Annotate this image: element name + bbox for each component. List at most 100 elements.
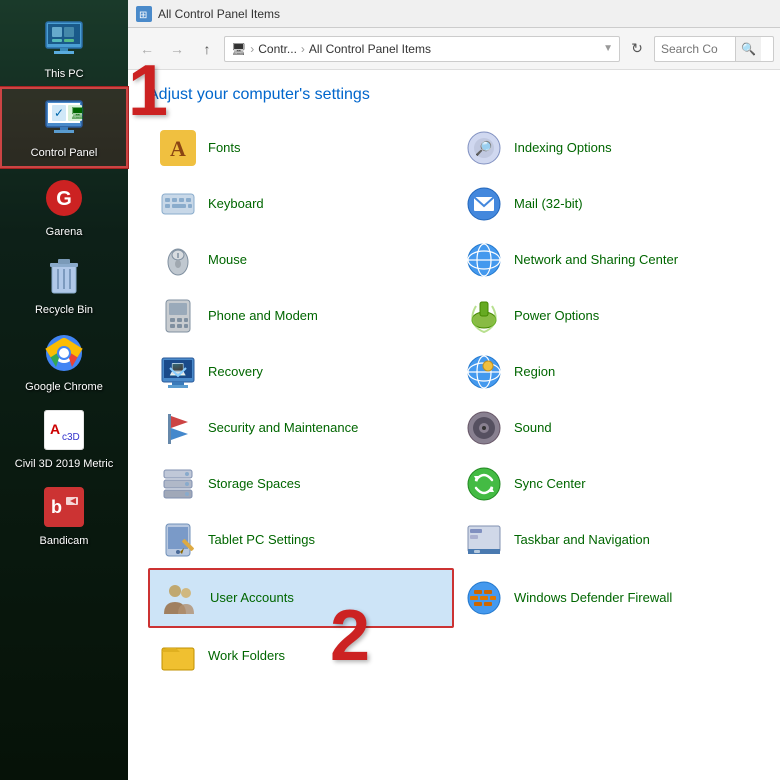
address-bar-sep2: › <box>301 42 305 56</box>
address-bar-chevron: ▼ <box>603 43 613 54</box>
cp-item-recovery[interactable]: 💻 Recovery <box>148 344 454 400</box>
cp-item-sync[interactable]: Sync Center <box>454 456 760 512</box>
search-box[interactable]: 🔍 <box>654 36 774 62</box>
tablet-icon <box>158 520 198 560</box>
sync-icon <box>464 464 504 504</box>
cp-item-fonts[interactable]: A Fonts <box>148 120 454 176</box>
mouse-icon <box>158 240 198 280</box>
nav-bar: ← → ↑ 🖥 › Contr... › All Control Panel I… <box>128 28 780 70</box>
address-bar-icon: 🖥 <box>231 42 246 56</box>
items-grid: A Fonts 🔎 Indexing Options <box>148 120 760 684</box>
desktop-icon-chrome[interactable]: Google Chrome <box>0 323 128 400</box>
network-icon <box>464 240 504 280</box>
tablet-label: Tablet PC Settings <box>208 532 315 549</box>
recycle-bin-icon <box>40 252 88 300</box>
fonts-icon: A <box>158 128 198 168</box>
indexing-label: Indexing Options <box>514 140 612 157</box>
cp-item-network[interactable]: Network and Sharing Center <box>454 232 760 288</box>
region-label: Region <box>514 364 555 381</box>
content-area: Adjust your computer's settings A Fonts <box>128 70 780 780</box>
indexing-icon: 🔎 <box>464 128 504 168</box>
desktop-icon-this-pc[interactable]: This PC <box>0 10 128 87</box>
title-bar-text: All Control Panel Items <box>158 7 280 21</box>
svg-text:✓: ✓ <box>54 106 64 120</box>
cp-item-keyboard[interactable]: Keyboard <box>148 176 454 232</box>
address-bar-part1: Contr... <box>258 42 297 56</box>
bandicam-label: Bandicam <box>40 535 89 548</box>
cp-item-work-folders[interactable]: Work Folders <box>148 628 454 684</box>
security-icon <box>158 408 198 448</box>
svg-text:b: b <box>51 497 62 517</box>
sync-label: Sync Center <box>514 476 586 493</box>
desktop-sidebar: This PC ✓ 🖥 Control Panel G <box>0 0 128 780</box>
garena-icon: G <box>40 174 88 222</box>
desktop-icon-bandicam[interactable]: b Bandicam <box>0 477 128 554</box>
page-heading: Adjust your computer's settings <box>148 86 760 104</box>
control-panel-icon: ✓ 🖥 <box>40 95 88 143</box>
phone-modem-icon <box>158 296 198 336</box>
defender-label: Windows Defender Firewall <box>514 590 672 607</box>
desktop-icon-civil3d[interactable]: A c3D Civil 3D 2019 Metric <box>0 400 128 477</box>
this-pc-label: This PC <box>44 68 83 81</box>
user-accounts-label: User Accounts <box>210 590 294 607</box>
cp-item-defender[interactable]: Windows Defender Firewall <box>454 568 760 628</box>
sound-icon <box>464 408 504 448</box>
recovery-label: Recovery <box>208 364 263 381</box>
defender-icon <box>464 578 504 618</box>
mail-label: Mail (32-bit) <box>514 196 583 213</box>
recycle-bin-label: Recycle Bin <box>35 304 93 317</box>
this-pc-icon <box>40 16 88 64</box>
cp-item-storage[interactable]: Storage Spaces <box>148 456 454 512</box>
sound-label: Sound <box>514 420 552 437</box>
search-input[interactable] <box>655 37 735 61</box>
garena-label: Garena <box>46 226 83 239</box>
cp-item-security[interactable]: Security and Maintenance <box>148 400 454 456</box>
storage-icon <box>158 464 198 504</box>
back-button[interactable]: ← <box>134 36 160 62</box>
cp-item-sound[interactable]: Sound <box>454 400 760 456</box>
cp-item-phone-modem[interactable]: Phone and Modem <box>148 288 454 344</box>
forward-button[interactable]: → <box>164 36 190 62</box>
user-accounts-icon <box>160 578 200 618</box>
title-bar: ⊞ All Control Panel Items <box>128 0 780 28</box>
address-bar-part2: All Control Panel Items <box>309 42 431 56</box>
taskbar-icon <box>464 520 504 560</box>
desktop-icon-control-panel[interactable]: ✓ 🖥 Control Panel <box>0 87 128 168</box>
network-label: Network and Sharing Center <box>514 252 678 269</box>
refresh-button[interactable]: ↻ <box>624 36 650 62</box>
security-label: Security and Maintenance <box>208 420 358 437</box>
cp-item-taskbar[interactable]: Taskbar and Navigation <box>454 512 760 568</box>
cp-item-mail[interactable]: Mail (32-bit) <box>454 176 760 232</box>
svg-text:🔎: 🔎 <box>475 139 493 157</box>
civil3d-icon: A c3D <box>40 406 88 454</box>
up-button[interactable]: ↑ <box>194 36 220 62</box>
desktop-icon-recycle-bin[interactable]: Recycle Bin <box>0 246 128 323</box>
work-folders-label: Work Folders <box>208 648 285 665</box>
svg-text:G: G <box>56 188 72 210</box>
svg-text:A: A <box>50 421 60 437</box>
phone-modem-label: Phone and Modem <box>208 308 318 325</box>
cp-item-indexing[interactable]: 🔎 Indexing Options <box>454 120 760 176</box>
control-panel-label: Control Panel <box>31 147 98 160</box>
control-panel-window: ⊞ All Control Panel Items ← → ↑ 🖥 › Cont… <box>128 0 780 780</box>
svg-text:c3D: c3D <box>62 432 80 443</box>
address-bar-sep1: › <box>250 42 254 56</box>
recovery-icon: 💻 <box>158 352 198 392</box>
cp-item-region[interactable]: Region <box>454 344 760 400</box>
keyboard-label: Keyboard <box>208 196 264 213</box>
storage-label: Storage Spaces <box>208 476 301 493</box>
chrome-icon <box>40 329 88 377</box>
cp-item-tablet[interactable]: Tablet PC Settings <box>148 512 454 568</box>
cp-item-user-accounts[interactable]: User Accounts <box>148 568 454 628</box>
svg-text:⊞: ⊞ <box>139 10 147 21</box>
mail-icon <box>464 184 504 224</box>
keyboard-icon <box>158 184 198 224</box>
search-button[interactable]: 🔍 <box>735 36 761 62</box>
desktop-icon-garena[interactable]: G Garena <box>0 168 128 245</box>
cp-item-power[interactable]: Power Options <box>454 288 760 344</box>
chrome-label: Google Chrome <box>25 381 103 394</box>
cp-item-mouse[interactable]: Mouse <box>148 232 454 288</box>
bandicam-icon: b <box>40 483 88 531</box>
address-bar[interactable]: 🖥 › Contr... › All Control Panel Items ▼ <box>224 36 620 62</box>
region-icon <box>464 352 504 392</box>
